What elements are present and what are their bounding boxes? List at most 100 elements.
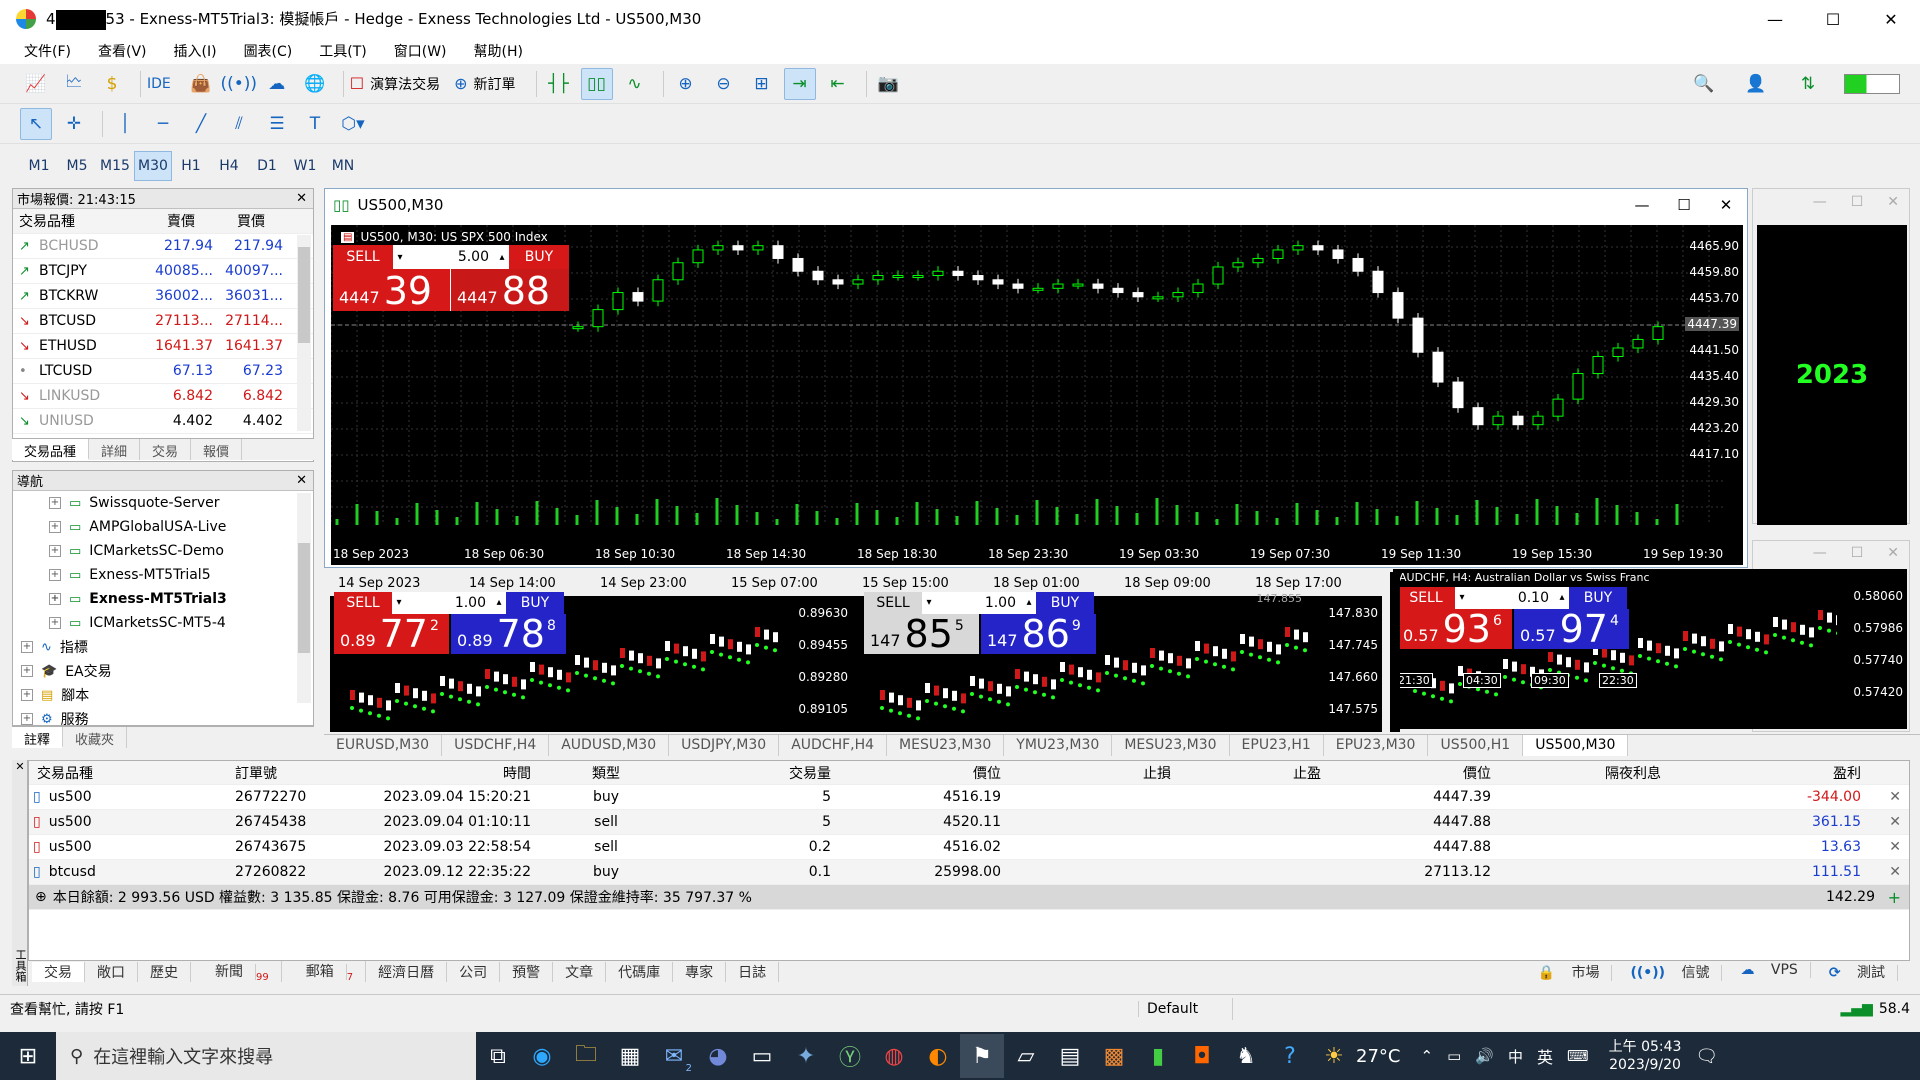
close-order-icon[interactable]: ✕ xyxy=(1889,864,1901,880)
market-link[interactable]: 🔒 市場 xyxy=(1538,962,1613,982)
tab-articles[interactable]: 文章 xyxy=(553,961,607,982)
app-icon[interactable]: ♞ xyxy=(1224,1034,1268,1078)
metatrader-icon[interactable]: ⚑ xyxy=(960,1034,1004,1078)
sell-label[interactable]: SELL xyxy=(334,592,392,614)
fibo-icon[interactable]: ☰ xyxy=(261,108,293,140)
chart-tab[interactable]: MESU23,M30 xyxy=(887,735,1005,756)
market-watch-row[interactable]: ↗ BTCKRW 36002... 36031... xyxy=(13,284,313,309)
ide-button[interactable]: IDE xyxy=(147,76,171,92)
tf-m1[interactable]: M1 xyxy=(20,151,58,181)
volume-down-icon[interactable]: ▾ xyxy=(922,592,936,614)
volume-up-icon[interactable]: ▴ xyxy=(495,245,509,269)
nav-experts[interactable]: + 🎓 EA交易 xyxy=(21,659,313,683)
zoom-out-icon[interactable]: ⊖ xyxy=(708,68,740,100)
app-icon[interactable]: ✦ xyxy=(784,1034,828,1078)
firefox-icon[interactable]: ◐ xyxy=(916,1034,960,1078)
chart-tab[interactable]: AUDUSD,M30 xyxy=(549,735,670,756)
chart-tab[interactable]: EURUSD,M30 xyxy=(324,735,443,756)
chart-tab[interactable]: EPU23,M30 xyxy=(1324,735,1429,756)
nav-scripts[interactable]: + ▤ 腳本 xyxy=(21,683,313,707)
add-icon[interactable]: + xyxy=(1888,888,1901,907)
chart-app-icon[interactable]: ▮ xyxy=(1136,1034,1180,1078)
taskbar-search[interactable]: ⚲ 在這裡輸入文字來搜尋 xyxy=(56,1032,476,1080)
chart-tab[interactable]: YMU23,M30 xyxy=(1004,735,1113,756)
volume-up-icon[interactable]: ▴ xyxy=(1022,592,1036,614)
maximize-icon[interactable]: ☐ xyxy=(1851,194,1864,210)
tab-calendar[interactable]: 經濟日曆 xyxy=(366,961,448,982)
chart-tab[interactable]: US500,H1 xyxy=(1428,735,1524,756)
chart-minimize-button[interactable]: — xyxy=(1621,196,1663,214)
maximize-icon[interactable]: ☐ xyxy=(1851,545,1864,561)
sell-label[interactable]: SELL xyxy=(864,592,922,614)
new-chart-icon[interactable]: 📈 xyxy=(20,68,52,100)
tab-symbols[interactable]: 交易品種 xyxy=(12,439,90,460)
screenshot-icon[interactable]: 📷 xyxy=(873,68,905,100)
tab-experts[interactable]: 專家 xyxy=(673,961,727,982)
chart-tab[interactable]: USDJPY,M30 xyxy=(669,735,780,756)
menu-view[interactable]: 查看(V) xyxy=(98,41,147,61)
account-icon[interactable]: 👤 xyxy=(1740,68,1772,100)
market-watch-row[interactable]: ↗ BCHUSD 217.94 217.94 xyxy=(13,234,313,259)
minimize-button[interactable]: — xyxy=(1746,0,1804,38)
close-order-icon[interactable]: ✕ xyxy=(1889,789,1901,805)
tray-lang[interactable]: 英 xyxy=(1537,1044,1553,1068)
toolbox-close-icon[interactable]: ✕ xyxy=(12,760,28,776)
orders-col-header[interactable]: 交易品種 xyxy=(29,763,235,783)
sell-label[interactable]: SELL xyxy=(333,245,393,269)
close-order-icon[interactable]: ✕ xyxy=(1889,814,1901,830)
app-icon[interactable]: ▩ xyxy=(1092,1034,1136,1078)
chart-tab[interactable]: MESU23,M30 xyxy=(1112,735,1230,756)
market-watch-row[interactable]: ↗ BTCJPY 40085... 40097... xyxy=(13,259,313,284)
volume-input[interactable]: 5.00 xyxy=(407,245,495,269)
globe-add-icon[interactable]: 🌐 xyxy=(299,68,331,100)
usdchf-chart[interactable]: 0.89630 0.89455 0.89280 0.89105 SELL ▾ 1.00… xyxy=(330,592,852,732)
menu-chart[interactable]: 圖表(C) xyxy=(244,41,293,61)
app-icon[interactable]: Ⓨ xyxy=(828,1034,872,1078)
channel-icon[interactable]: ⫽ xyxy=(223,108,255,140)
zoom-in-icon[interactable]: ⊕ xyxy=(670,68,702,100)
candle-chart-icon[interactable]: ▯▯ xyxy=(580,67,613,100)
tf-mn[interactable]: MN xyxy=(324,151,362,181)
buy-price-button[interactable]: 0.89 78 8 xyxy=(451,614,566,654)
sell-price-button[interactable]: 0.57 93 6 xyxy=(1397,609,1512,649)
market-watch-row[interactable]: ↘ ETHUSD 1641.37 1641.37 xyxy=(13,334,313,359)
order-row[interactable]: ▯ us500 26772270 2023.09.04 15:20:21 buy 5 451… xyxy=(29,785,1909,810)
tab-news[interactable]: 新聞 99 xyxy=(191,960,282,983)
tf-m15[interactable]: M15 xyxy=(96,151,134,181)
shapes-icon[interactable]: ⬡▾ xyxy=(337,108,369,140)
mail-icon[interactable]: ✉ 2 xyxy=(652,1034,696,1078)
buy-label[interactable]: BUY xyxy=(1036,592,1094,614)
tab-trading[interactable]: 交易 xyxy=(140,439,192,460)
menu-file[interactable]: 文件(F) xyxy=(24,41,71,61)
chart-tab[interactable]: US500,M30 xyxy=(1523,735,1629,756)
tray-network-icon[interactable]: ▭ xyxy=(1447,1047,1461,1065)
menu-tools[interactable]: 工具(T) xyxy=(319,41,366,61)
orders-col-header[interactable]: 價位 xyxy=(831,763,1001,783)
trendline-icon[interactable]: ╱ xyxy=(185,108,217,140)
orders-col-header[interactable]: 止損 xyxy=(1001,763,1171,783)
buy-price-button[interactable]: 4447 88 xyxy=(451,269,569,311)
app-icon[interactable]: ▱ xyxy=(1004,1034,1048,1078)
clock[interactable]: 上午 05:43 2023/9/20 xyxy=(1609,1038,1682,1074)
tab-mailbox[interactable]: 郵箱 7 xyxy=(282,960,367,983)
tray-keyboard-icon[interactable]: ⌨ xyxy=(1567,1047,1589,1065)
tab-details[interactable]: 詳細 xyxy=(89,439,141,460)
orders-col-header[interactable]: 訂單號 xyxy=(235,763,345,783)
tf-d1[interactable]: D1 xyxy=(248,151,286,181)
buy-price-button[interactable]: 0.57 97 4 xyxy=(1514,609,1629,649)
tab-journal[interactable]: 日誌 xyxy=(726,961,780,982)
tester-link[interactable]: ⟳ 測試 xyxy=(1829,962,1898,982)
nav-indicators[interactable]: + ∿ 指標 xyxy=(21,635,313,659)
vertical-line-icon[interactable]: │ xyxy=(109,108,141,140)
calculator-icon[interactable]: ▤ xyxy=(1048,1034,1092,1078)
orders-col-header[interactable]: 止盈 xyxy=(1171,763,1321,783)
grid-tile-icon[interactable]: ⊞ xyxy=(746,68,778,100)
orders-col-header[interactable]: 隔夜利息 xyxy=(1491,763,1661,783)
volume-input[interactable]: 0.10 xyxy=(1469,587,1555,609)
sell-price-button[interactable]: 147 85 5 xyxy=(864,614,979,654)
chart-shift-icon[interactable]: ⇤ xyxy=(822,68,854,100)
order-row[interactable]: ▯ us500 26745438 2023.09.04 01:10:11 sell 5 45… xyxy=(29,810,1909,835)
market-watch-scrollbar[interactable] xyxy=(297,235,311,431)
app-icon[interactable]: ▭ xyxy=(740,1034,784,1078)
maximize-button[interactable]: ☐ xyxy=(1804,0,1862,38)
